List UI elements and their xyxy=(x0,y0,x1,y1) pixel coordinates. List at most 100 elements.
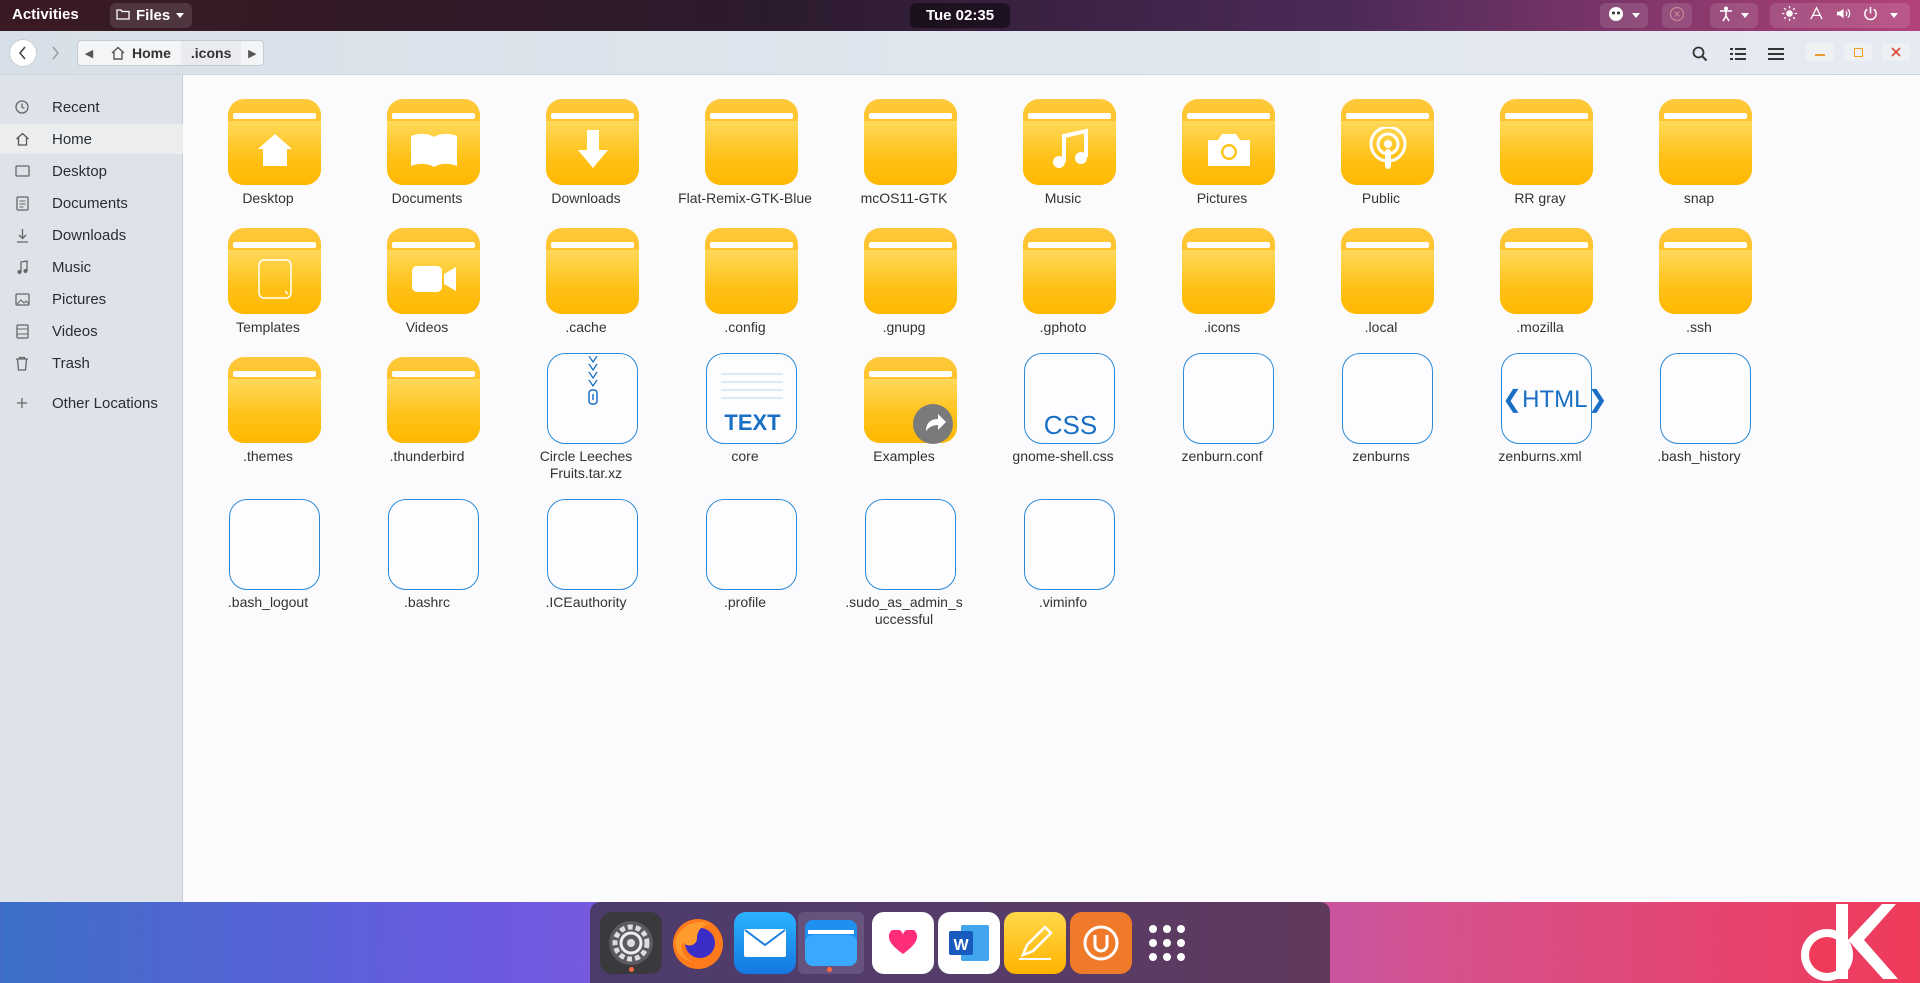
folder-icon xyxy=(228,357,321,443)
sidebar-item-recent[interactable]: Recent xyxy=(0,92,183,122)
path-home[interactable]: Home xyxy=(100,41,181,65)
forward-button[interactable] xyxy=(42,40,68,66)
close-circle-icon xyxy=(1669,6,1685,26)
app-menu-label: Files xyxy=(136,7,171,24)
folder-icon xyxy=(387,228,480,314)
file-name: .ssh xyxy=(1686,319,1712,335)
kde-logo-icon xyxy=(1801,904,1898,981)
sidebar-item-trash[interactable]: Trash xyxy=(0,348,183,378)
desktop-icon xyxy=(14,163,30,179)
path-left-arrow[interactable]: ◀ xyxy=(78,41,100,65)
sidebar-item-other-locations[interactable]: Other Locations xyxy=(0,388,183,418)
folder-icon xyxy=(1500,228,1593,314)
dock-app-settings[interactable] xyxy=(600,912,662,974)
heart-icon xyxy=(888,930,918,954)
sidebar-item-videos[interactable]: Videos xyxy=(0,316,183,346)
network-icon xyxy=(1809,6,1824,25)
clock[interactable]: Tue 02:35 xyxy=(910,3,1010,28)
home-emblem-icon xyxy=(257,134,292,166)
close-icon xyxy=(1891,47,1901,57)
accessibility-icon xyxy=(1719,6,1733,26)
folder-icon xyxy=(1341,228,1434,314)
file-name: .bashrc xyxy=(404,594,450,610)
file-name: Downloads xyxy=(551,190,621,206)
app-grid-icon xyxy=(1149,925,1185,961)
file-icon xyxy=(865,499,956,590)
file-grid: Desktop Documents Downloads Flat-Remix-G… xyxy=(183,75,1920,902)
file-name: zenburns xyxy=(1352,448,1410,464)
sidebar-item-desktop[interactable]: Desktop xyxy=(0,156,183,186)
file-name: Examples xyxy=(873,448,935,464)
close-button[interactable] xyxy=(1882,43,1910,61)
template-emblem-icon xyxy=(257,259,292,299)
face-icon xyxy=(1608,6,1624,26)
folder-icon xyxy=(805,920,857,966)
back-button[interactable] xyxy=(10,40,36,66)
dock-app-grid[interactable] xyxy=(1136,912,1198,974)
file-icon xyxy=(1342,353,1433,444)
maximize-icon xyxy=(1853,47,1863,57)
mail-icon xyxy=(744,929,786,957)
dock-app-notes[interactable] xyxy=(1004,912,1066,974)
sidebar-item-label: Other Locations xyxy=(52,394,158,412)
path-current[interactable]: .icons xyxy=(180,41,242,65)
sidebar-item-downloads[interactable]: Downloads xyxy=(0,220,183,250)
maximize-button[interactable] xyxy=(1844,43,1872,61)
dock-app-word[interactable]: W xyxy=(938,912,1000,974)
sidebar-item-label: Videos xyxy=(52,322,98,340)
dock-app-mail[interactable] xyxy=(734,912,796,974)
menu-button[interactable] xyxy=(1763,41,1789,67)
files-window: ◀ Home .icons ▶ Recent Home Desktop Docu… xyxy=(0,31,1920,902)
folder-icon xyxy=(1023,99,1116,185)
sidebar-item-pictures[interactable]: Pictures xyxy=(0,284,183,314)
hamburger-menu-icon xyxy=(1768,48,1784,60)
dock-app-updater[interactable] xyxy=(1070,912,1132,974)
file-icon xyxy=(388,499,479,590)
sidebar-item-label: Music xyxy=(52,258,92,276)
path-home-label: Home xyxy=(132,45,171,61)
header-bar: ◀ Home .icons ▶ xyxy=(0,31,1920,75)
folder-icon xyxy=(1023,228,1116,314)
file-name: mcOS11-GTK xyxy=(860,190,948,206)
search-button[interactable] xyxy=(1687,41,1713,67)
minimize-button[interactable] xyxy=(1806,43,1834,61)
list-view-button[interactable] xyxy=(1725,41,1751,67)
chevron-down-icon xyxy=(176,13,185,18)
dock-app-firefox[interactable] xyxy=(667,912,729,974)
file-name: .bash_logout xyxy=(227,594,309,610)
sidebar-item-home[interactable]: Home xyxy=(0,124,183,154)
file-icon xyxy=(706,499,797,590)
activities-button[interactable]: Activities xyxy=(12,6,79,23)
close-indicator[interactable] xyxy=(1662,3,1692,28)
file-name: .gnupg xyxy=(882,319,926,335)
folder-icon xyxy=(387,99,480,185)
accessibility-menu[interactable] xyxy=(1710,3,1758,28)
sidebar-item-documents[interactable]: Documents xyxy=(0,188,183,218)
sidebar-item-label: Pictures xyxy=(52,290,107,308)
folder-icon xyxy=(228,228,321,314)
path-right-arrow[interactable]: ▶ xyxy=(241,41,263,65)
file-icon xyxy=(1660,353,1751,444)
app-menu[interactable]: Files xyxy=(110,3,193,28)
dock-app-files[interactable] xyxy=(798,912,864,974)
file-name: Pictures xyxy=(1196,190,1248,206)
clock-icon xyxy=(14,99,30,115)
tray-indicator[interactable] xyxy=(1600,3,1648,28)
folder-icon xyxy=(705,99,798,185)
download-emblem-icon xyxy=(577,130,608,168)
sidebar-item-music[interactable]: Music xyxy=(0,252,183,282)
file-name: .ICEauthority xyxy=(545,594,627,610)
document-icon xyxy=(14,195,30,211)
file-name: Desktop xyxy=(242,190,294,206)
video-camera-emblem-icon xyxy=(411,266,456,292)
book-emblem-icon xyxy=(410,133,457,167)
html-label: ❮HTML❯ xyxy=(1502,386,1608,413)
dock-app-health[interactable] xyxy=(872,912,934,974)
gear-icon xyxy=(609,921,653,965)
video-icon xyxy=(14,323,30,339)
system-menu[interactable] xyxy=(1770,3,1910,28)
file-name: .profile xyxy=(723,594,767,610)
dock: W xyxy=(590,902,1330,983)
file-name: .cache xyxy=(565,319,607,335)
sidebar-item-label: Recent xyxy=(52,98,100,116)
